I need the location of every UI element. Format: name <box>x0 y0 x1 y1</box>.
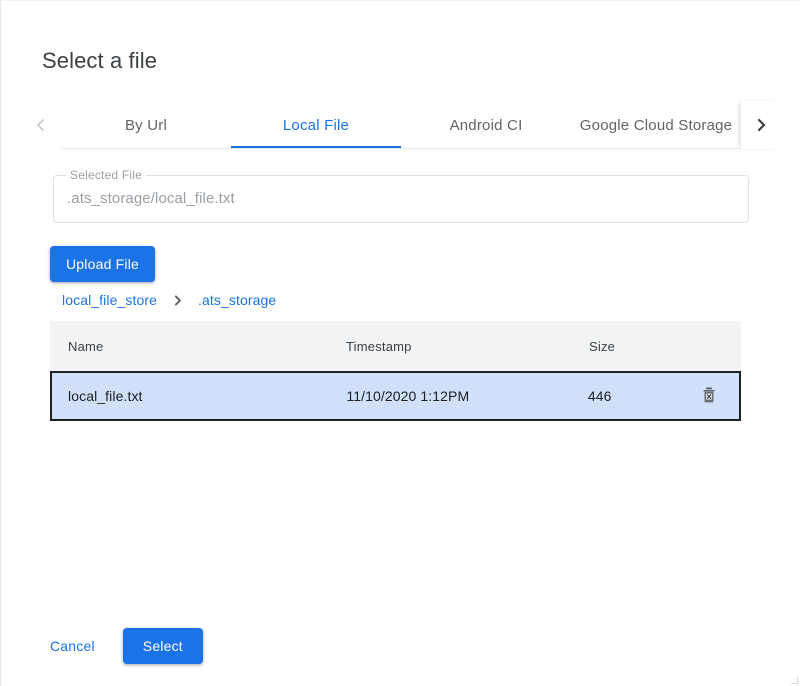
cancel-button[interactable]: Cancel <box>40 628 105 664</box>
cell-actions <box>679 382 739 410</box>
tab-bar: By Url Local File Android CI Google Clou… <box>21 101 781 149</box>
breadcrumb-item-local-file-store[interactable]: local_file_store <box>62 292 157 308</box>
column-header-name: Name <box>50 339 346 354</box>
select-button[interactable]: Select <box>123 628 203 664</box>
cell-file-name: local_file.txt <box>52 388 346 404</box>
chevron-left-icon <box>33 117 49 133</box>
dialog-footer: Cancel Select <box>40 628 203 664</box>
delete-file-button[interactable] <box>695 382 723 410</box>
tab-bar-divider <box>21 148 781 149</box>
chevron-right-icon <box>753 117 769 133</box>
table-row[interactable]: local_file.txt 11/10/2020 1:12PM 446 <box>50 371 741 421</box>
tab-by-url[interactable]: By Url <box>61 101 231 149</box>
select-file-dialog: Select a file By Url Local File Android … <box>0 0 800 686</box>
tab-label: Android CI <box>450 117 523 134</box>
tab-label: By Url <box>125 117 167 134</box>
upload-file-button[interactable]: Upload File <box>50 246 155 282</box>
tabs-scroll-next-button[interactable] <box>741 101 781 149</box>
selected-file-input[interactable]: Selected File .ats_storage/local_file.tx… <box>53 175 749 223</box>
tab-label: Local File <box>283 117 349 134</box>
tab-label: Google Cloud Storage <box>580 117 732 134</box>
tab-android-ci[interactable]: Android CI <box>401 101 571 149</box>
breadcrumb-item-ats-storage[interactable]: .ats_storage <box>198 292 276 308</box>
selected-file-value: .ats_storage/local_file.txt <box>67 189 235 209</box>
cell-timestamp: 11/10/2020 1:12PM <box>346 388 588 404</box>
tabs-scroll-prev-button[interactable] <box>21 101 61 149</box>
tab-google-cloud-storage[interactable]: Google Cloud Storage <box>571 101 741 149</box>
breadcrumb: local_file_store .ats_storage <box>62 291 276 309</box>
table-header-row: Name Timestamp Size <box>50 321 741 371</box>
trash-icon <box>699 385 719 408</box>
selected-file-label: Selected File <box>66 168 146 182</box>
column-header-timestamp: Timestamp <box>346 339 589 354</box>
page-title: Select a file <box>42 45 157 77</box>
tab-list: By Url Local File Android CI Google Clou… <box>61 101 741 149</box>
file-table: Name Timestamp Size local_file.txt 11/10… <box>50 321 741 421</box>
tab-local-file[interactable]: Local File <box>231 101 401 149</box>
resize-corner-mark <box>791 677 798 684</box>
cell-size: 446 <box>588 388 679 404</box>
column-header-size: Size <box>589 339 681 354</box>
chevron-right-icon <box>171 294 184 307</box>
